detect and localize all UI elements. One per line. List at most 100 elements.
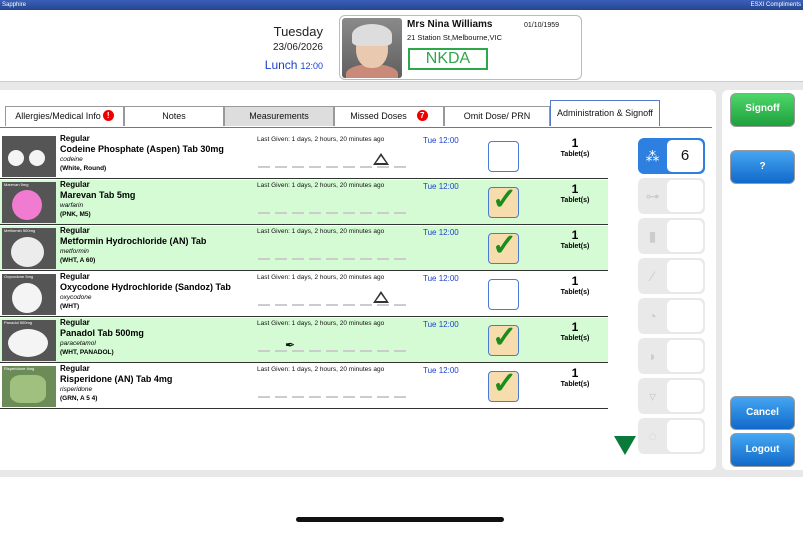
pill-description: (WHT) — [60, 303, 80, 310]
help-button[interactable]: ? — [730, 150, 795, 184]
route-syringe[interactable]: ⁄ — [638, 258, 705, 294]
route-capsule[interactable]: ⊶ — [638, 178, 705, 214]
tab-omit-dose-prn[interactable]: Omit Dose/ PRN — [444, 106, 550, 126]
signoff-checkbox[interactable]: ✓ — [488, 183, 519, 218]
medication-row[interactable]: Oxycodone 5mg Regular Oxycodone Hydrochl… — [0, 272, 608, 317]
signoff-checkbox[interactable] — [488, 141, 519, 172]
tab-allergies[interactable]: Allergies/Medical Info! — [5, 106, 124, 126]
route-patch[interactable]: ◔ — [638, 298, 705, 334]
frequency-label: Regular — [60, 272, 90, 281]
quill-icon[interactable]: ✒ — [285, 338, 295, 352]
allergy-status-badge: NKDA — [408, 48, 488, 70]
status-bar: Sapphire ESXI Compliments — [0, 0, 803, 10]
route-count[interactable] — [667, 340, 703, 372]
route-count[interactable] — [667, 180, 703, 212]
checkmark-icon: ✓ — [492, 183, 518, 216]
dose-quantity: 1 — [571, 274, 579, 288]
day-label: Tuesday — [273, 24, 323, 39]
drug-name: Panadol Tab 500mg — [60, 328, 144, 338]
caution-triangle-icon[interactable] — [373, 153, 389, 165]
action-sidebar: Signoff ? Cancel Logout — [722, 90, 803, 470]
dose-history-dashes — [258, 304, 410, 306]
dose-history-dashes — [258, 258, 410, 260]
pill-shape — [11, 237, 44, 267]
patient-card[interactable]: Mrs Nina Williams 01/10/1959 21 Station … — [339, 15, 582, 80]
dose-unit: Tablet(s) — [560, 197, 590, 204]
meal-time: 12:00 — [300, 61, 323, 71]
pill-description: (WHT, PANADOL) — [60, 349, 114, 356]
signoff-checkbox[interactable]: ✓ — [488, 321, 519, 356]
route-count[interactable] — [667, 300, 703, 332]
cup-icon: ▿ — [648, 388, 657, 404]
last-given: Last Given: 1 days, 2 hours, 20 minutes … — [257, 182, 385, 189]
meal-round[interactable]: Lunch 12:00 — [265, 58, 323, 72]
medication-row[interactable]: Marevan 5mg Regular Marevan Tab 5mg warf… — [0, 180, 608, 225]
generic-name: paracetamol — [60, 340, 96, 347]
tab-administration-signoff[interactable]: Administration & Signoff — [550, 100, 660, 126]
caution-triangle-icon[interactable] — [373, 291, 389, 303]
tablets-icon: ⁂ — [645, 148, 660, 164]
pill-description: (White, Round) — [60, 165, 107, 172]
scroll-down-arrow-icon[interactable] — [614, 436, 636, 455]
due-time: Tue 12:00 — [423, 274, 459, 283]
dose-history-dashes — [258, 396, 410, 398]
dose-quantity: 1 — [571, 320, 579, 334]
frequency-label: Regular — [60, 364, 90, 373]
header: Tuesday 23/06/2026 Lunch 12:00 Mrs Nina W… — [0, 10, 803, 82]
last-given: Last Given: 1 days, 2 hours, 20 minutes … — [257, 366, 385, 373]
medication-row[interactable]: Regular Codeine Phosphate (Aspen) Tab 30… — [0, 134, 608, 179]
logout-button[interactable]: Logout — [730, 433, 795, 467]
pill-label: Metformin 500mg — [4, 228, 36, 233]
date-label: 23/06/2026 — [272, 42, 323, 53]
generic-name: oxycodone — [60, 294, 92, 301]
bottom-bar — [0, 477, 803, 541]
patient-name: Mrs Nina Williams — [407, 19, 493, 30]
patch-icon: ◔ — [648, 308, 657, 324]
medication-row[interactable]: Risperidone 4mg Regular Risperidone (AN)… — [0, 364, 608, 409]
frequency-label: Regular — [60, 180, 90, 189]
dose-history-dashes — [258, 166, 410, 168]
route-count[interactable]: 6 — [667, 140, 703, 172]
route-cup[interactable]: ▿ — [638, 378, 705, 414]
dose-unit: Tablet(s) — [560, 335, 590, 342]
pill-shape — [8, 329, 48, 357]
generic-name: risperidone — [60, 386, 93, 393]
tab-label: Notes — [162, 111, 186, 121]
home-indicator[interactable] — [296, 517, 504, 522]
generic-name: codeine — [60, 156, 83, 163]
due-time: Tue 12:00 — [423, 136, 459, 145]
due-time: Tue 12:00 — [423, 228, 459, 237]
signoff-button[interactable]: Signoff — [730, 93, 795, 127]
generic-name: warfarin — [60, 202, 84, 209]
last-given: Last Given: 1 days, 2 hours, 20 minutes … — [257, 320, 385, 327]
medication-row[interactable]: Panadol 500mg Regular Panadol Tab 500mg … — [0, 318, 608, 363]
checkmark-icon: ✓ — [492, 321, 518, 354]
liquid-icon: ▮ — [648, 228, 657, 244]
alert-badge: ! — [102, 110, 114, 121]
frequency-label: Regular — [60, 226, 90, 235]
dose-quantity: 1 — [571, 228, 579, 242]
dose-history-dashes — [258, 350, 410, 352]
tab-label: Allergies/Medical Info — [15, 111, 101, 121]
route-liquid[interactable]: ▮ — [638, 218, 705, 254]
pill-description: (GRN, A 5 4) — [60, 395, 98, 402]
due-time: Tue 12:00 — [423, 320, 459, 329]
signoff-checkbox[interactable]: ✓ — [488, 229, 519, 264]
signoff-checkbox[interactable] — [488, 279, 519, 310]
route-count[interactable] — [667, 260, 703, 292]
pill-image: Metformin 500mg — [2, 228, 56, 269]
route-drops[interactable]: ◌ — [638, 418, 705, 454]
last-given: Last Given: 1 days, 2 hours, 20 minutes … — [257, 274, 385, 281]
route-inhaler[interactable]: ◗ — [638, 338, 705, 374]
cancel-button[interactable]: Cancel — [730, 396, 795, 430]
route-tablets[interactable]: ⁂ 6 — [638, 138, 705, 174]
tab-measurements[interactable]: Measurements — [224, 106, 334, 126]
medication-row[interactable]: Metformin 500mg Regular Metformin Hydroc… — [0, 226, 608, 271]
tab-missed-doses[interactable]: Missed Doses 7 — [334, 106, 444, 126]
tab-notes[interactable]: Notes — [124, 106, 224, 126]
pill-shape — [12, 190, 42, 220]
signoff-checkbox[interactable]: ✓ — [488, 367, 519, 402]
route-count[interactable] — [667, 380, 703, 412]
route-count[interactable] — [667, 420, 703, 452]
route-count[interactable] — [667, 220, 703, 252]
